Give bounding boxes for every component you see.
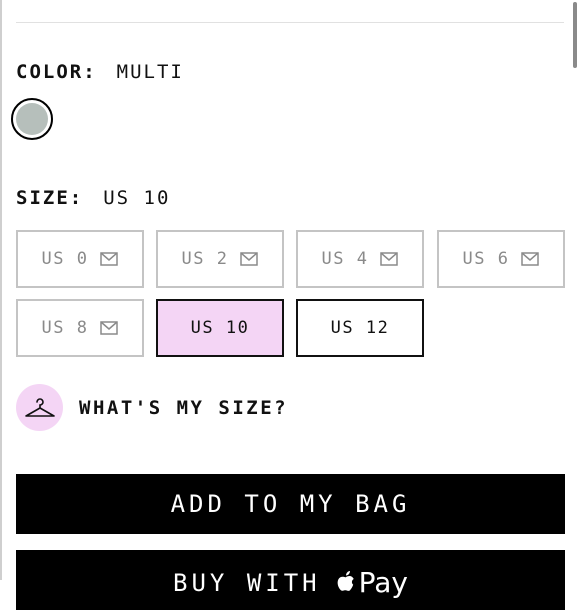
size-option-us-4[interactable]: US 4	[296, 230, 424, 288]
buy-with-label: BUY WITH	[173, 568, 321, 597]
pay-label: Pay	[358, 566, 408, 599]
size-option-label: US 4	[321, 249, 369, 269]
apple-icon	[337, 570, 354, 591]
size-option-label: US 12	[330, 318, 390, 338]
color-swatch[interactable]	[11, 98, 53, 140]
add-to-bag-button[interactable]: ADD TO MY BAG	[16, 474, 565, 534]
size-option-label: US 8	[41, 318, 89, 338]
size-option-label: US 2	[181, 249, 229, 269]
size-heading: SIZE: US 10	[16, 187, 170, 209]
size-option-us-0[interactable]: US 0	[16, 230, 144, 288]
size-option-us-10[interactable]: US 10	[156, 299, 284, 357]
size-option-us-8[interactable]: US 8	[16, 299, 144, 357]
size-option-label: US 10	[190, 318, 250, 338]
mail-icon	[100, 252, 119, 266]
size-option-label: US 0	[41, 249, 89, 269]
size-option-us-6[interactable]: US 6	[437, 230, 565, 288]
page-edge	[0, 0, 2, 580]
apple-pay-button[interactable]: BUY WITH Pay	[16, 550, 565, 610]
mail-icon	[521, 252, 540, 266]
scrollbar[interactable]	[573, 2, 577, 68]
size-option-us-2[interactable]: US 2	[156, 230, 284, 288]
mail-icon	[100, 321, 119, 335]
whats-my-size-link[interactable]: WHAT'S MY SIZE?	[16, 384, 288, 431]
color-heading: COLOR: MULTI	[16, 61, 184, 83]
add-to-bag-label: ADD TO MY BAG	[170, 490, 411, 518]
size-option-label: US 6	[462, 249, 510, 269]
size-value: US 10	[103, 187, 171, 209]
mail-icon	[380, 252, 399, 266]
size-label: SIZE:	[16, 187, 84, 209]
hanger-icon-badge	[16, 384, 63, 431]
mail-icon	[240, 252, 259, 266]
section-divider	[16, 22, 564, 23]
color-label: COLOR:	[16, 61, 97, 83]
whats-my-size-label: WHAT'S MY SIZE?	[79, 396, 289, 419]
color-value: MULTI	[116, 61, 184, 83]
color-swatch-fill	[16, 103, 48, 135]
size-option-us-12[interactable]: US 12	[296, 299, 424, 357]
hanger-icon	[24, 397, 55, 417]
